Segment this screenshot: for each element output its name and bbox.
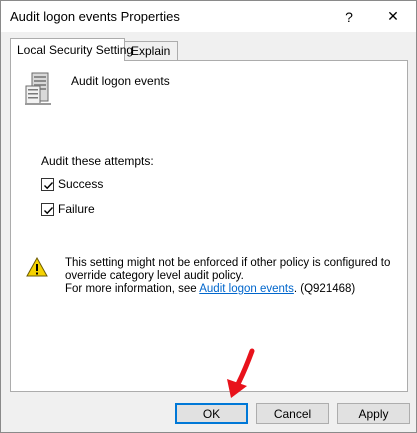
warning-line-1: This setting might not be enforced if ot… <box>65 257 391 269</box>
failure-checkbox[interactable] <box>41 202 54 216</box>
properties-dialog: Audit logon events Properties ? ✕ Local … <box>0 0 417 433</box>
warning-message: This setting might not be enforced if ot… <box>65 257 395 296</box>
tab-panel: Audit logon events Audit these attempts:… <box>10 60 408 392</box>
warning-line-3: For more information, see Audit logon ev… <box>65 283 395 296</box>
warning-icon <box>26 256 48 277</box>
audit-logon-events-link[interactable]: Audit logon events <box>199 283 294 295</box>
success-checkbox[interactable] <box>41 177 54 191</box>
cancel-button[interactable]: Cancel <box>256 403 329 424</box>
failure-label: Failure <box>58 202 95 216</box>
ok-button[interactable]: OK <box>175 403 248 424</box>
success-checkbox-row[interactable]: Success <box>41 177 103 191</box>
tab-strip: Local Security Setting Explain <box>10 38 408 61</box>
warning-line-2: override category level audit policy. <box>65 270 244 282</box>
warning-line-3-prefix: For more information, see <box>65 283 200 295</box>
policy-name: Audit logon events <box>71 74 170 88</box>
close-button[interactable]: ✕ <box>371 1 415 32</box>
audit-attempts-label: Audit these attempts: <box>41 154 154 168</box>
annotation-arrow-icon <box>223 348 259 400</box>
failure-checkbox-row[interactable]: Failure <box>41 202 95 216</box>
success-label: Success <box>58 177 104 191</box>
server-policy-icon <box>23 72 55 106</box>
tab-local-security-setting[interactable]: Local Security Setting <box>10 38 133 61</box>
title-bar: Audit logon events Properties ? ✕ <box>1 1 416 32</box>
warning-line-3-suffix: . (Q921468) <box>293 283 356 295</box>
dialog-title: Audit logon events Properties <box>10 9 180 24</box>
help-button[interactable]: ? <box>327 1 371 32</box>
apply-button[interactable]: Apply <box>337 403 410 424</box>
